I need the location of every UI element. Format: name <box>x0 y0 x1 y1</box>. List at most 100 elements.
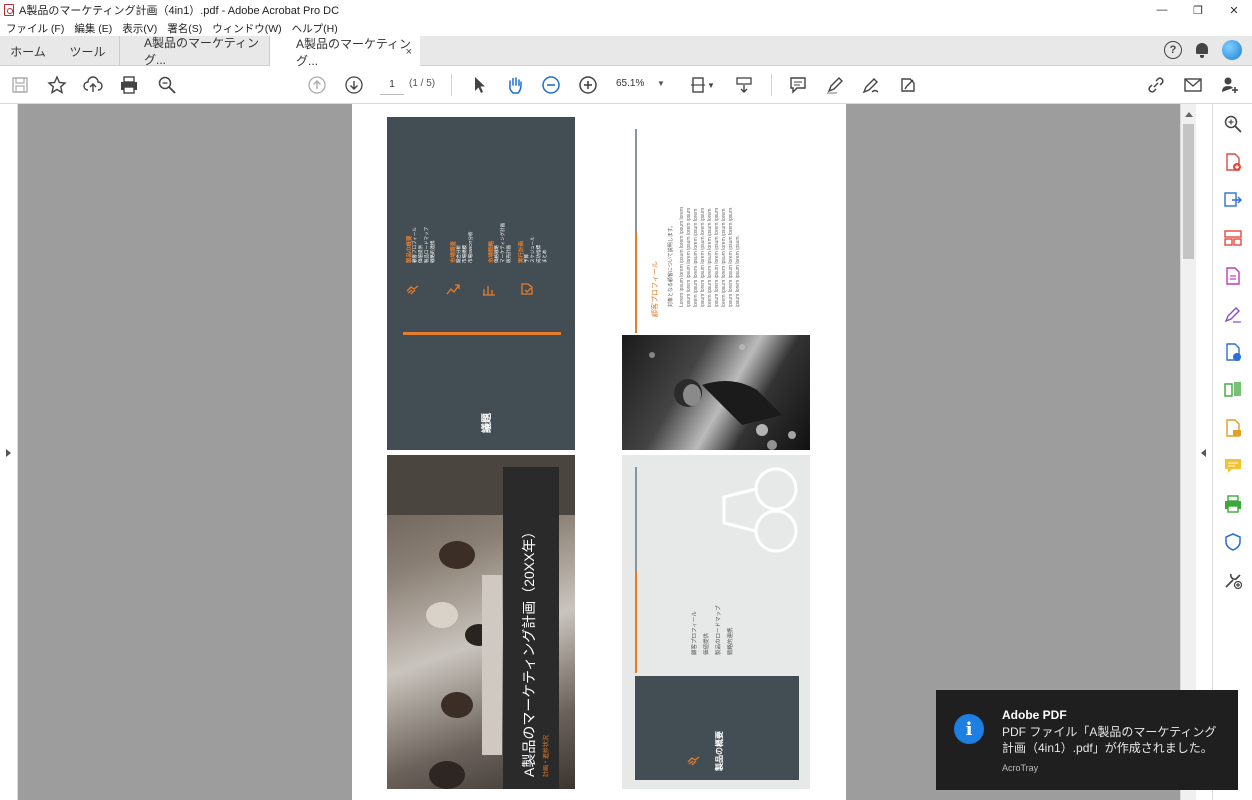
slide-divider-line <box>635 467 637 571</box>
toolbar-separator <box>771 74 772 96</box>
previous-page-icon[interactable] <box>306 75 328 95</box>
tab-document-2-label: A製品のマーケティング... <box>296 36 412 68</box>
export-pdf-icon[interactable] <box>1223 190 1243 210</box>
menu-file[interactable]: ファイル (F) <box>6 21 64 36</box>
cloud-upload-icon[interactable] <box>82 75 104 95</box>
lorem-line: lorem ipsum lorem ipsum lorem ipsum lore… <box>707 208 713 307</box>
draw-icon[interactable] <box>860 75 882 95</box>
strategy-icon <box>483 286 495 296</box>
woman-photo-image <box>649 344 796 450</box>
pdf-page: 議題 製品の概要 顧客プロフィール 価値提供 製品ロードマップ 戦略的連携 市場… <box>352 104 846 800</box>
sign-icon[interactable] <box>1223 304 1243 324</box>
zoom-level[interactable]: 65.1% <box>616 78 644 89</box>
select-arrow-icon[interactable] <box>468 75 490 95</box>
send-for-signature-icon[interactable] <box>1223 342 1243 362</box>
star-icon[interactable] <box>46 75 68 95</box>
slide-divider-accent <box>635 233 637 333</box>
close-button[interactable]: ✕ <box>1216 0 1252 20</box>
lorem-line: ipsum lorem ipsum lorem ipsum lorem ipsu… <box>728 206 734 307</box>
comment-panel-icon[interactable] <box>1223 456 1243 476</box>
overview-title: 製品の概要 <box>715 731 724 771</box>
window-controls: — ❐ ✕ <box>1144 0 1252 20</box>
lorem-line: Lorem ipsum lorem ipsum lorem ipsum lore… <box>679 206 685 307</box>
share-link-icon[interactable] <box>1145 75 1167 95</box>
toast-source: AcroTray <box>1002 763 1039 773</box>
next-page-icon[interactable] <box>343 75 365 95</box>
slide-photo-woman <box>622 335 810 450</box>
left-panel-toggle[interactable] <box>0 104 18 800</box>
edit-pdf-icon[interactable] <box>1223 266 1243 286</box>
tab-home[interactable]: ホーム <box>0 36 56 66</box>
chart-growth-icon <box>446 284 460 295</box>
slide-accent-bar <box>403 332 561 335</box>
toolbar: 1 (1 / 5) 65.1% ▼ ▼ <box>0 66 1252 104</box>
avatar[interactable] <box>1222 40 1242 60</box>
fill-sign-icon[interactable] <box>897 75 919 95</box>
scroll-up-arrow-icon[interactable] <box>1185 112 1193 117</box>
agenda-item: 戦略的連携 <box>430 240 435 264</box>
help-icon[interactable]: ? <box>1164 41 1182 59</box>
lorem-line: ipsum lorem ipsum lorem ipsum lorem ipsu… <box>714 207 720 307</box>
lorem-line: ipsum lorem ipsum lorem ipsum. <box>735 235 741 307</box>
toast-notification[interactable]: i Adobe PDF PDF ファイル「A製品のマーケティング計画（4in1）… <box>936 690 1238 790</box>
handshake-icon <box>687 756 700 766</box>
tabbar-actions: ? <box>1164 40 1242 60</box>
add-user-icon[interactable] <box>1219 75 1241 95</box>
toast-message: PDF ファイル「A製品のマーケティング計画（4in1）.pdf」が作成されまし… <box>1002 725 1217 755</box>
save-icon[interactable] <box>9 75 31 95</box>
agenda-item: 販売計画 <box>506 245 511 263</box>
slide-customer-profile: 顧客プロフィール 対象となる顧客について説明します。 Lorem ipsum l… <box>622 117 810 335</box>
agenda-title: 議題 <box>482 413 493 433</box>
toolbar-separator <box>451 74 452 96</box>
menu-help[interactable]: ヘルプ(H) <box>292 21 338 36</box>
lorem-line: ipsum lorem ipsum lorem ipsum lorem ipsu… <box>686 207 692 307</box>
info-icon: i <box>954 714 984 744</box>
lorem-line: lorem ipsum lorem ipsum lorem ipsum lore… <box>693 208 699 307</box>
menu-edit[interactable]: 編集 (E) <box>74 21 112 36</box>
more-tools-icon[interactable] <box>1223 570 1243 590</box>
bell-icon[interactable] <box>1194 41 1210 59</box>
profile-bullet: 対象となる顧客について説明します。 <box>668 222 674 307</box>
tab-tools[interactable]: ツール <box>56 36 120 66</box>
window-title: A製品のマーケティング計画（4in1）.pdf - Adobe Acrobat … <box>19 5 340 17</box>
minimize-button[interactable]: — <box>1144 0 1180 20</box>
tab-document-1[interactable]: A製品のマーケティング... <box>122 36 270 67</box>
highlight-pen-icon[interactable] <box>824 75 846 95</box>
toast-title: Adobe PDF <box>1002 708 1067 722</box>
print-icon[interactable] <box>118 75 140 95</box>
create-pdf-icon[interactable] <box>1223 152 1243 172</box>
agenda-item: まとめ <box>542 249 547 264</box>
tab-document-2-active[interactable]: A製品のマーケティング... × <box>270 36 420 68</box>
print-production-icon[interactable] <box>1223 494 1243 514</box>
agenda-item: 市場SWOT分析 <box>468 231 473 264</box>
overview-item: 顧客プロフィール <box>692 611 698 655</box>
collapse-right-arrow-icon[interactable] <box>1201 449 1206 457</box>
slide-agenda: 議題 製品の概要 顧客プロフィール 価値提供 製品ロードマップ 戦略的連携 市場… <box>387 117 575 450</box>
zoom-search-icon[interactable] <box>1223 114 1243 134</box>
overview-item: 価値提供 <box>704 632 710 655</box>
hand-tool-icon[interactable] <box>504 75 526 95</box>
acrobat-app-icon <box>4 4 14 16</box>
organize-pages-icon[interactable] <box>1223 228 1243 248</box>
overview-item: 製品のロードマップ <box>716 605 722 655</box>
scrollbar-thumb[interactable] <box>1183 124 1194 259</box>
page-count: (1 / 5) <box>409 78 436 89</box>
stamp-icon[interactable] <box>1223 418 1243 438</box>
title-bar: A製品のマーケティング計画（4in1）.pdf - Adobe Acrobat … <box>0 0 1252 20</box>
expand-left-arrow-icon[interactable] <box>6 449 11 457</box>
restore-button[interactable]: ❐ <box>1180 0 1216 20</box>
protect-shield-icon[interactable] <box>1223 532 1243 552</box>
comment-icon[interactable] <box>787 75 809 95</box>
scroll-mode-icon[interactable] <box>733 75 755 95</box>
zoom-in-icon[interactable] <box>577 75 599 95</box>
search-zoom-icon[interactable] <box>156 75 178 95</box>
email-icon[interactable] <box>1182 75 1204 95</box>
zoom-out-icon[interactable] <box>540 75 562 95</box>
tab-bar: ホーム ツール A製品のマーケティング... A製品のマーケティング... × … <box>0 36 1252 68</box>
tab-close-icon[interactable]: × <box>406 46 412 58</box>
zoom-dropdown-icon[interactable]: ▼ <box>657 79 665 88</box>
page-number-input[interactable]: 1 <box>380 75 404 95</box>
page-fit-dropdown-icon[interactable]: ▼ <box>705 75 717 95</box>
overview-item: 戦略的連携 <box>728 627 734 655</box>
compare-files-icon[interactable] <box>1223 380 1243 400</box>
